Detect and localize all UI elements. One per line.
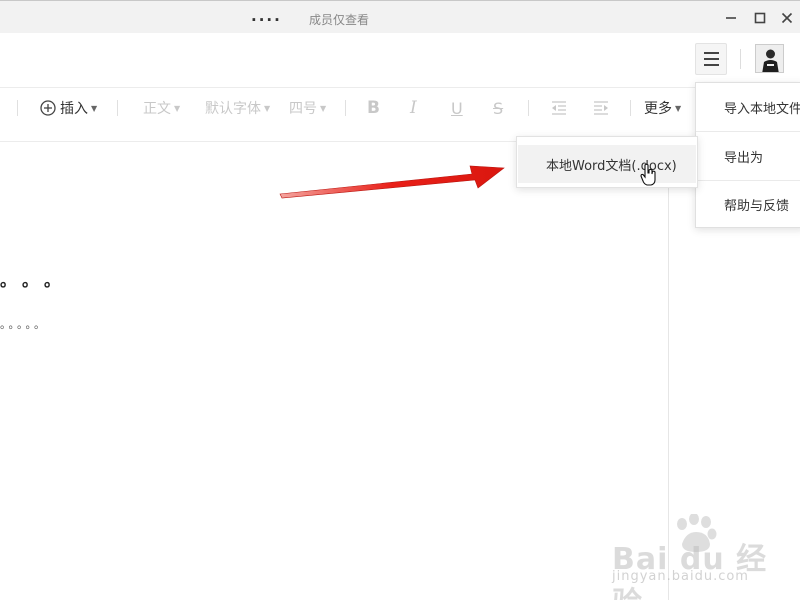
toolbar-separator (117, 100, 118, 116)
chevron-down-icon: ▼ (320, 103, 327, 113)
main-dropdown-menu: 导入本地文件 导出为 帮助与反馈 (695, 82, 800, 228)
paragraph-style-label: 正文 (143, 101, 171, 117)
chevron-down-icon: ▼ (675, 103, 682, 113)
insert-button[interactable]: 插入 ▼ (40, 88, 97, 128)
minimize-button[interactable] (721, 8, 741, 28)
paragraph-style-select[interactable]: 正文 ▼ (143, 88, 180, 128)
more-label: 更多 (644, 101, 672, 117)
watermark-brand: Bai du 经验 (612, 542, 768, 600)
chevron-down-icon: ▼ (174, 103, 181, 113)
underline-icon: U (451, 98, 463, 118)
font-family-select[interactable]: 默认字体 ▼ (205, 88, 270, 128)
permission-label: 成员仅查看 (309, 13, 370, 27)
annotation-arrow-icon (279, 165, 505, 199)
bold-icon: B (367, 98, 380, 118)
chevron-down-icon: ▼ (91, 103, 98, 113)
indent-button[interactable] (593, 88, 609, 128)
insert-label: 插入 (60, 101, 88, 117)
font-size-label: 四号 (289, 101, 317, 117)
maximize-icon (754, 12, 766, 24)
close-button[interactable] (777, 8, 797, 28)
document-heading[interactable]: 。。。 (0, 267, 74, 291)
italic-icon: I (410, 98, 417, 118)
toolbar-separator (528, 100, 529, 116)
watermark-url: jingyan.baidu.com (612, 569, 749, 584)
header-bar (0, 33, 800, 88)
plus-circle-icon (40, 100, 56, 116)
menu-item-help[interactable]: 帮助与反馈 (696, 180, 800, 228)
close-icon (781, 12, 793, 24)
export-submenu: 本地Word文档(.docx) (516, 136, 698, 188)
italic-button[interactable]: I (410, 88, 417, 128)
main-menu-button[interactable] (695, 43, 727, 75)
header-divider (740, 49, 741, 69)
submenu-item-word-docx[interactable]: 本地Word文档(.docx) (518, 145, 696, 183)
minimize-icon (726, 17, 736, 19)
outdent-icon (552, 101, 566, 115)
toolbar-separator (345, 100, 346, 116)
document-editor[interactable] (0, 142, 669, 600)
outdent-button[interactable] (551, 88, 567, 128)
more-button[interactable]: 更多 ▼ (644, 88, 681, 128)
indent-icon (594, 101, 608, 115)
document-title: .... (251, 7, 282, 25)
strikethrough-icon: S (493, 98, 504, 118)
menu-item-export[interactable]: 导出为 (696, 132, 800, 180)
font-family-label: 默认字体 (205, 101, 261, 117)
chevron-down-icon: ▼ (264, 103, 271, 113)
menu-item-import[interactable]: 导入本地文件 (696, 83, 800, 131)
font-size-select[interactable]: 四号 ▼ (289, 88, 326, 128)
strikethrough-button[interactable]: S (493, 88, 503, 128)
user-avatar[interactable] (755, 44, 784, 73)
maximize-button[interactable] (750, 8, 770, 28)
underline-button[interactable]: U (451, 88, 463, 128)
toolbar-separator (17, 100, 18, 116)
hand-cursor-icon (640, 163, 656, 186)
document-paragraph[interactable]: 。。。。。 (0, 316, 48, 332)
toolbar-separator (630, 100, 631, 116)
baidu-watermark: Bai du 经验 jingyan.baidu.com (612, 512, 792, 600)
bold-button[interactable]: B (367, 88, 380, 128)
hamburger-icon (703, 52, 719, 54)
title-bar: .... 成员仅查看 (0, 0, 800, 33)
